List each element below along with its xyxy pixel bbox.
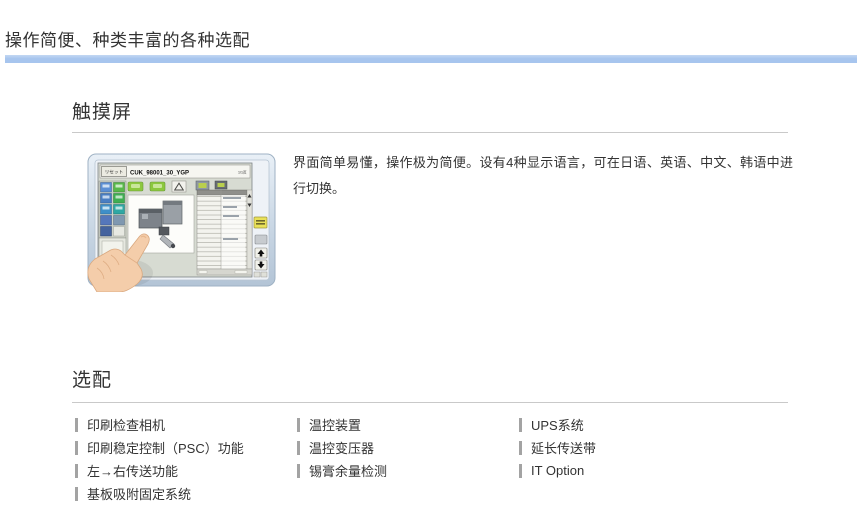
option-label: 温控装置 bbox=[309, 415, 361, 434]
options-column: 温控装置温控变压器锡膏余量检测 bbox=[297, 413, 519, 482]
options-columns: 印刷检查相机印刷稳定控制（PSC）功能左→右传送功能基板吸附固定系统温控装置温控… bbox=[75, 413, 779, 505]
panel-page-indicator: 1/1页 bbox=[238, 169, 247, 174]
option-item: 温控变压器 bbox=[297, 436, 519, 459]
option-item: 延长传送带 bbox=[519, 436, 779, 459]
option-marker bbox=[75, 441, 78, 455]
option-marker bbox=[297, 464, 300, 478]
touchscreen-section-rule bbox=[72, 132, 788, 133]
option-label: 锡膏余量检测 bbox=[309, 461, 387, 480]
options-column: UPS系统延长传送带 IT Option bbox=[519, 413, 779, 482]
options-column: 印刷检查相机印刷稳定控制（PSC）功能左→右传送功能基板吸附固定系统 bbox=[75, 413, 297, 505]
gray-side-button bbox=[255, 235, 267, 244]
accent-divider-bar bbox=[5, 55, 857, 63]
touch-panel-illustration: リセット CUK_98001_30_YGP 1/1页 bbox=[75, 151, 281, 292]
touchscreen-description: 界面简单易懂，操作极为简便。设有4种显示语言，可在日语、英语、中文、韩语中进行切… bbox=[293, 150, 793, 202]
panel-left-icon-grid bbox=[99, 181, 126, 238]
option-item: UPS系统 bbox=[519, 413, 779, 436]
option-marker bbox=[297, 418, 300, 432]
touchscreen-section-heading: 触摸屏 bbox=[72, 97, 132, 124]
touch-panel-photo: リセット CUK_98001_30_YGP 1/1页 bbox=[75, 151, 281, 292]
option-label: IT Option bbox=[531, 463, 584, 478]
option-item: 基板吸附固定系统 bbox=[75, 482, 297, 505]
page-title: 操作简便、种类丰富的各种选配 bbox=[5, 26, 250, 51]
yellow-button bbox=[254, 217, 267, 228]
options-section-heading: 选配 bbox=[72, 365, 112, 392]
option-item: 印刷稳定控制（PSC）功能 bbox=[75, 436, 297, 459]
option-item: IT Option bbox=[519, 459, 779, 482]
option-marker bbox=[75, 464, 78, 478]
option-marker bbox=[75, 418, 78, 432]
panel-reset-label: リセット bbox=[105, 170, 123, 175]
option-item: 左→右传送功能 bbox=[75, 459, 297, 482]
parameter-table bbox=[197, 181, 252, 275]
option-label: 印刷稳定控制（PSC）功能 bbox=[87, 438, 244, 457]
option-marker bbox=[75, 487, 78, 501]
option-item: 温控装置 bbox=[297, 413, 519, 436]
option-label: 温控变压器 bbox=[309, 438, 374, 457]
option-label: 印刷检查相机 bbox=[87, 415, 165, 434]
options-section-rule bbox=[72, 402, 788, 403]
option-label: 基板吸附固定系统 bbox=[87, 484, 191, 503]
option-label: 延长传送带 bbox=[531, 438, 596, 457]
option-marker bbox=[519, 418, 522, 432]
option-label: UPS系统 bbox=[531, 415, 584, 434]
option-item: 锡膏余量检测 bbox=[297, 459, 519, 482]
option-marker bbox=[297, 441, 300, 455]
option-marker bbox=[519, 441, 522, 455]
panel-screen-title: CUK_98001_30_YGP bbox=[130, 170, 189, 176]
option-item: 印刷检查相机 bbox=[75, 413, 297, 436]
option-marker bbox=[519, 464, 522, 478]
option-label: 左→右传送功能 bbox=[87, 461, 178, 480]
